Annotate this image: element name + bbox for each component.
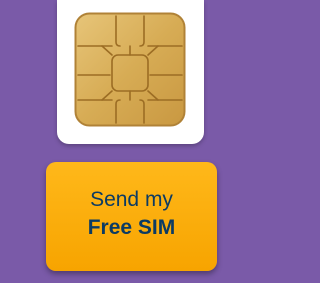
cta-line-1: Send my bbox=[90, 188, 173, 211]
sim-card bbox=[57, 0, 204, 144]
cta-line-2: Free SIM bbox=[87, 216, 176, 239]
sim-chip-icon bbox=[74, 12, 186, 127]
send-free-sim-button[interactable]: Send my Free SIM bbox=[46, 162, 217, 271]
